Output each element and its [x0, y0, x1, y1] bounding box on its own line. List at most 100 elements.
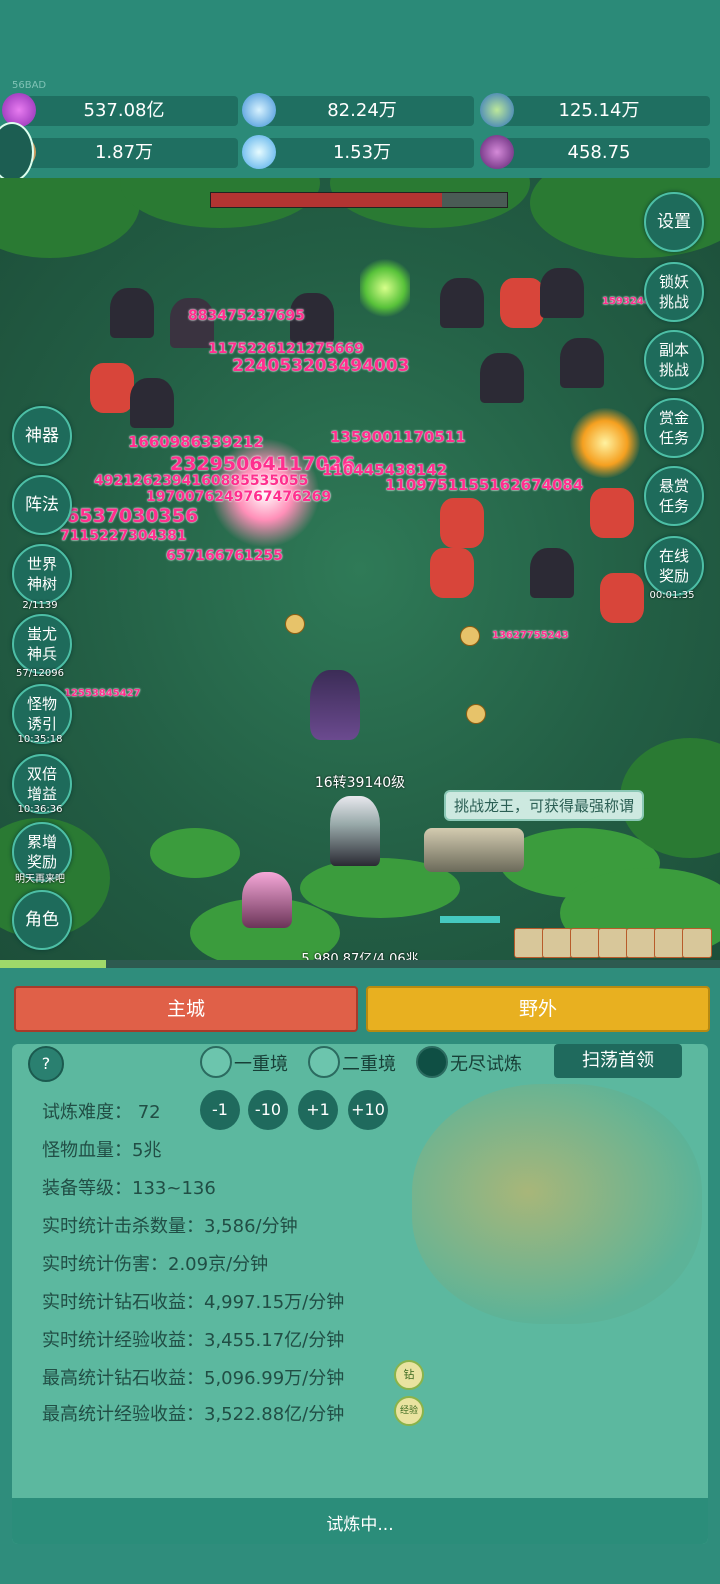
difficulty-minus-1[interactable]: -1 — [200, 1090, 240, 1130]
demon-monster — [560, 338, 604, 388]
stat-max-exp: 最高统计经验收益：3,522.88亿/分钟 — [42, 1404, 345, 1425]
damage-number: 6537030356 — [66, 505, 199, 527]
difficulty-minus-10[interactable]: -10 — [248, 1090, 288, 1130]
resource-pouch[interactable]: 458.75 — [480, 135, 710, 169]
resource-value: 1.87万 — [94, 142, 154, 163]
red-monster — [590, 488, 634, 538]
resource-value: 458.75 — [567, 142, 631, 163]
demon-monster — [540, 268, 584, 318]
side-btn-character[interactable]: 角色 — [12, 890, 72, 950]
difficulty-label: 试炼难度： — [42, 1102, 132, 1123]
fire-effect — [570, 408, 640, 478]
resource-value: 1.53万 — [332, 142, 392, 163]
side-btn-label: 赏金任务 — [658, 409, 689, 447]
exp-badge[interactable]: 经验 — [394, 1396, 424, 1426]
resource-value: 537.08亿 — [83, 100, 165, 121]
resource-orb[interactable]: 125.14万 — [480, 93, 710, 127]
side-btn-online-reward[interactable]: 在线奖励 — [644, 536, 704, 596]
tab-main-city[interactable]: 主城 — [14, 986, 358, 1032]
mode-radio-2[interactable] — [308, 1046, 340, 1078]
tab-wild[interactable]: 野外 — [366, 986, 710, 1032]
difficulty-plus-1[interactable]: +1 — [298, 1090, 338, 1130]
boss-hp-fill — [211, 193, 442, 207]
side-btn-settings[interactable]: 设置 — [644, 192, 704, 252]
mode-label-1[interactable]: 一重境 — [234, 1050, 288, 1076]
player-character — [330, 796, 380, 866]
side-btn-label: 累增奖励 — [26, 833, 57, 871]
damage-number: 1175226121275669 — [208, 341, 364, 357]
side-btn-dungeon[interactable]: 副本挑战 — [644, 330, 704, 390]
damage-number: 12553845427 — [64, 688, 141, 699]
trial-status: 试炼中... — [326, 1515, 394, 1535]
side-btn-world-tree[interactable]: 世界神树 — [12, 544, 72, 604]
resource-diamond[interactable]: 537.08亿 — [2, 93, 238, 127]
exp-bar — [0, 960, 720, 968]
tank-pet — [424, 828, 524, 872]
mode-radio-3[interactable] — [416, 1046, 448, 1078]
stat-monster-hp: 怪物血量：5兆 — [42, 1140, 162, 1161]
side-btn-label: 蚩尤神兵 — [26, 625, 57, 663]
side-btn-label: 双倍增益 — [26, 765, 57, 803]
coin-icon — [460, 626, 480, 646]
demon-monster — [480, 353, 524, 403]
sweep-boss-button[interactable]: 扫荡首领 — [554, 1044, 682, 1078]
red-monster — [90, 363, 134, 413]
demon-monster — [130, 378, 174, 428]
demon-monster — [110, 288, 154, 338]
damage-number: 657166761255 — [166, 548, 283, 564]
corner-label: 56BAD — [12, 80, 47, 91]
damage-number: 1359001170511 — [330, 428, 466, 446]
coin-icon — [285, 614, 305, 634]
side-btn-chiyou[interactable]: 蚩尤神兵 — [12, 614, 72, 674]
damage-number: 883475237695 — [188, 308, 305, 324]
exp-bar-fill — [0, 960, 106, 968]
mode-radio-1[interactable] — [200, 1046, 232, 1078]
side-btn-label: 锁妖挑战 — [658, 273, 689, 311]
damage-number: 1109751155162674084 — [385, 476, 584, 494]
double-timer: 10:36:36 — [17, 804, 63, 815]
red-monster — [500, 278, 544, 328]
stat-damage: 实时统计伤害：2.09京/分钟 — [42, 1254, 269, 1275]
diamond-badge[interactable]: 钻 — [394, 1360, 424, 1390]
lightning-effect — [360, 258, 410, 318]
resource-crystal[interactable]: 82.24万 — [242, 93, 474, 127]
resource-ice[interactable]: 1.53万 — [242, 135, 474, 169]
side-btn-label: 世界神树 — [26, 555, 57, 593]
damage-number: 1970076249767476269 — [146, 489, 332, 505]
coin-icon — [466, 704, 486, 724]
accumulate-status: 明天再来吧 — [15, 874, 65, 885]
mode-label-2[interactable]: 二重境 — [342, 1050, 396, 1076]
companion-character — [242, 872, 292, 928]
exp-text: 5,980.87亿/4.06兆 — [301, 952, 419, 960]
side-btn-formation[interactable]: 阵法 — [12, 475, 72, 535]
red-monster — [430, 548, 474, 598]
side-btn-lock-demon[interactable]: 锁妖挑战 — [644, 262, 704, 322]
chiyou-count: 57/12096 — [16, 668, 64, 679]
red-monster — [440, 498, 484, 548]
lure-timer: 10:35:18 — [17, 734, 63, 745]
difficulty-plus-10[interactable]: +10 — [348, 1090, 388, 1130]
damage-number: 1660986339212 — [128, 433, 264, 451]
challenge-hint[interactable]: 挑战龙王，可获得最强称谓 — [444, 790, 645, 821]
resource-horn[interactable]: 1.87万 — [2, 135, 238, 169]
difficulty-row: 试炼难度： 72 — [42, 1098, 161, 1124]
resource-value: 125.14万 — [558, 100, 640, 121]
world-tree-count: 2/1139 — [22, 600, 58, 611]
tiger-artwork — [412, 1084, 702, 1324]
mode-label-3[interactable]: 无尽试炼 — [450, 1050, 522, 1076]
difficulty-value: 72 — [137, 1102, 161, 1123]
demon-monster — [440, 278, 484, 328]
help-button[interactable]: ? — [28, 1046, 64, 1082]
damage-number: 224053203494003 — [232, 356, 410, 376]
damage-number: 13627755243 — [492, 630, 569, 641]
resource-header: 56BAD 537.08亿 82.24万 125.14万 1.87万 1.53万… — [0, 0, 720, 182]
side-btn-reward-task[interactable]: 悬赏任务 — [644, 466, 704, 526]
damage-number: 4921262394160885535055 — [94, 473, 309, 489]
side-btn-label: 副本挑战 — [658, 341, 689, 379]
side-btn-artifact[interactable]: 神器 — [12, 406, 72, 466]
stat-max-diamond: 最高统计钻石收益：5,096.99万/分钟 — [42, 1368, 345, 1389]
side-btn-bounty[interactable]: 赏金任务 — [644, 398, 704, 458]
trial-panel: ? 一重境 二重境 无尽试炼 扫荡首领 试炼难度： 72 -1 -10 +1 +… — [12, 1044, 708, 1544]
side-btn-label: 在线奖励 — [658, 547, 689, 585]
sound-toggle-icon[interactable] — [0, 122, 34, 182]
